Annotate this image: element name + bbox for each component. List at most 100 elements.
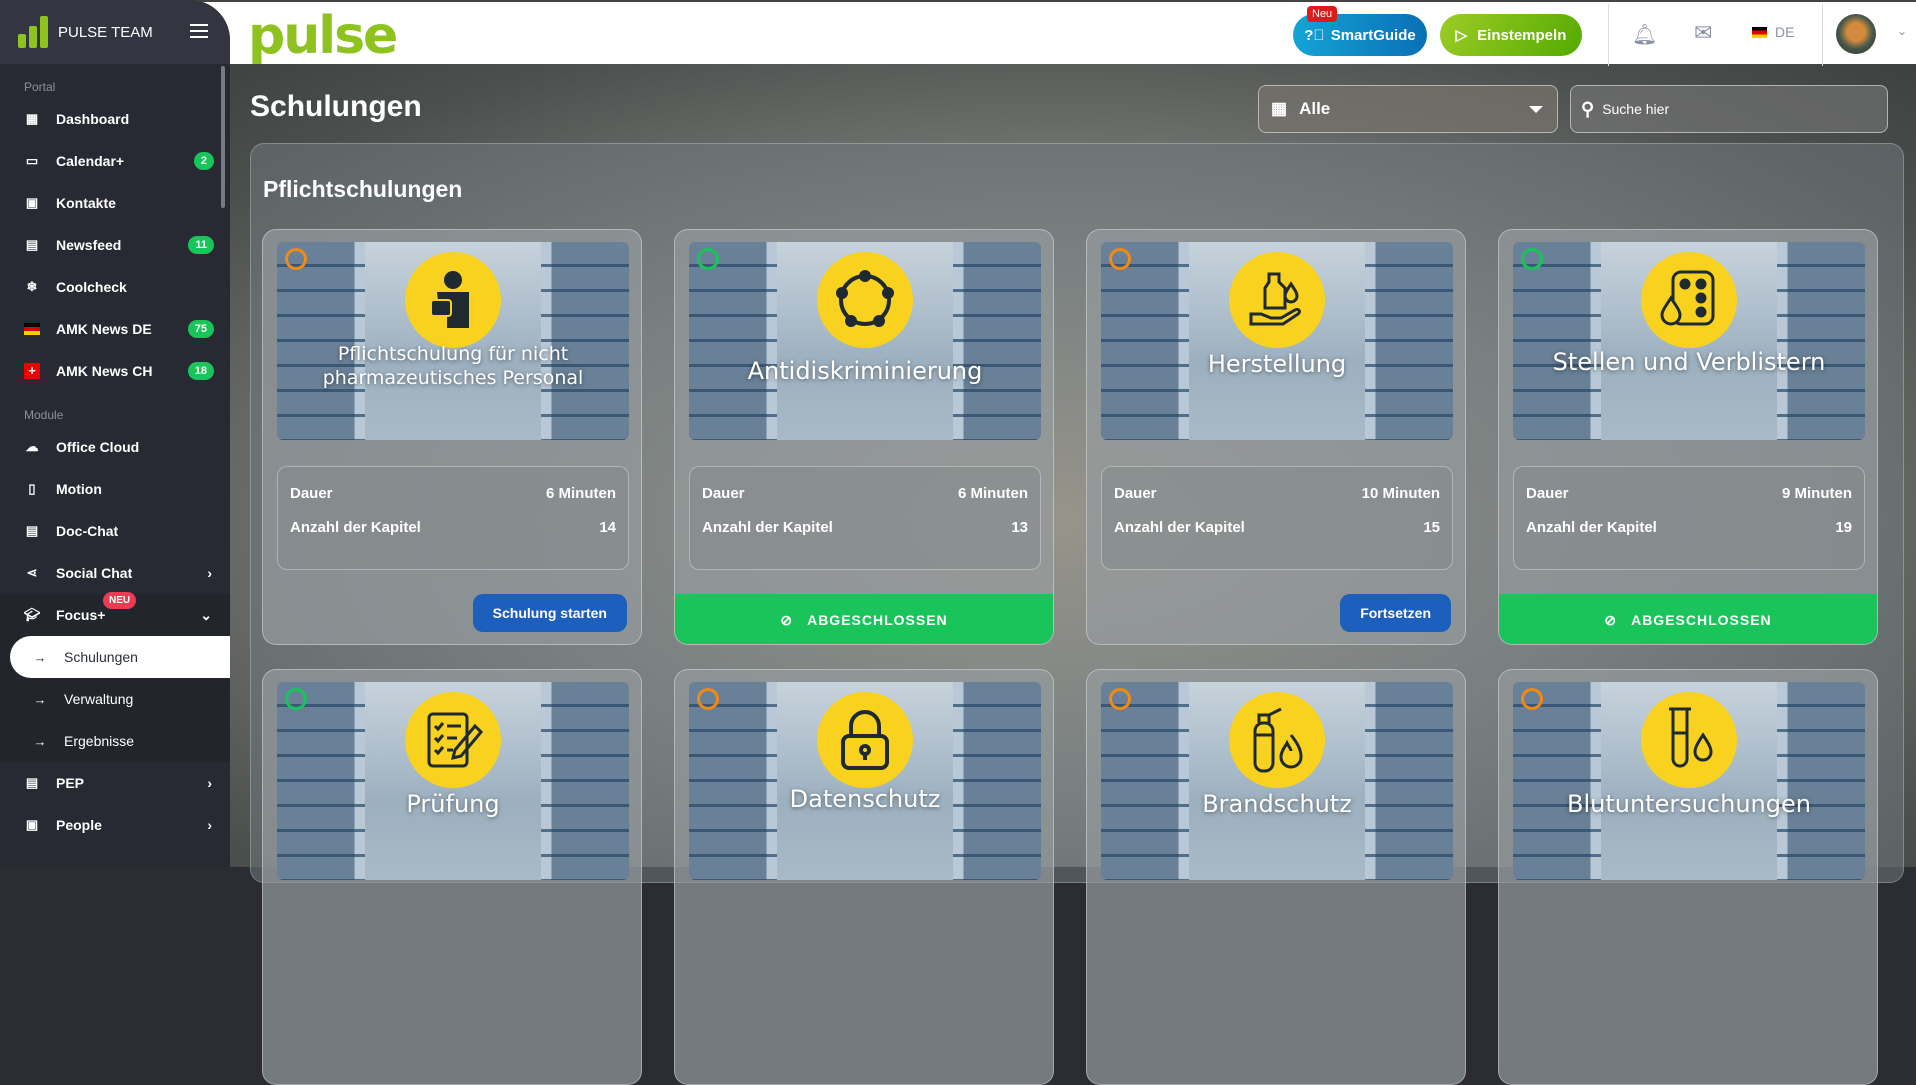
chat-icon: ▤ bbox=[25, 523, 39, 538]
start-training-button[interactable]: Schulung starten bbox=[472, 594, 627, 632]
training-image: Stellen und Verblistern bbox=[1513, 242, 1865, 440]
label: Dashboard bbox=[56, 111, 130, 127]
label: Coolcheck bbox=[56, 279, 127, 295]
completed-label: ABGESCHLOSSEN bbox=[807, 612, 948, 628]
sidebar-item-amk-de[interactable]: AMK News DE 75 bbox=[0, 308, 230, 350]
sidebar-item-coolcheck[interactable]: ❄ Coolcheck bbox=[0, 266, 230, 308]
sidebar-item-focus[interactable]: 🎓︎ Focus+ NEU ⌄ bbox=[0, 592, 230, 636]
training-icon bbox=[405, 692, 501, 788]
label: Social Chat bbox=[56, 565, 133, 581]
dropdown-arrow-icon bbox=[1529, 106, 1543, 113]
focus-group: 🎓︎ Focus+ NEU ⌄ → Schulungen → Verwaltung → Er… bbox=[0, 592, 230, 762]
training-image: Antidiskriminierung bbox=[689, 242, 1041, 440]
completed-button[interactable]: ⊘ ABGESCHLOSSEN bbox=[675, 594, 1053, 644]
training-card[interactable]: Datenschutz bbox=[674, 669, 1054, 1085]
smartguide-label: SmartGuide bbox=[1330, 26, 1416, 44]
sidebar-item-kontakte[interactable]: ▣ Kontakte bbox=[0, 182, 230, 224]
category-filter-select[interactable]: ▦ Alle bbox=[1258, 85, 1558, 133]
brand-name: PULSE TEAM bbox=[58, 23, 153, 41]
training-info: Dauer 9 Minuten Anzahl der Kapitel 19 bbox=[1513, 466, 1865, 570]
help-icon: ?⃝ bbox=[1304, 26, 1325, 44]
start-training-button[interactable]: Fortsetzen bbox=[1340, 594, 1451, 632]
sidebar-item-ergebnisse[interactable]: → Ergebnisse bbox=[0, 720, 230, 762]
sidebar-item-calendar[interactable]: ▭ Calendar+ 2 bbox=[0, 140, 230, 182]
label: Office Cloud bbox=[56, 439, 140, 455]
label: Focus+ bbox=[56, 607, 106, 623]
check-circle-icon bbox=[697, 248, 719, 270]
completed-button[interactable]: ⊘ ABGESCHLOSSEN bbox=[1499, 594, 1877, 644]
chapters-label: Anzahl der Kapitel bbox=[1526, 519, 1657, 536]
label: Motion bbox=[56, 481, 102, 497]
sidebar-item-people[interactable]: ▣ People › bbox=[0, 804, 230, 846]
count-badge: 11 bbox=[188, 236, 214, 254]
sidebar-item-newsfeed[interactable]: ▤ Newsfeed 11 bbox=[0, 224, 230, 266]
duration-value: 10 Minuten bbox=[1361, 485, 1440, 502]
language-selector[interactable]: DE bbox=[1752, 24, 1794, 40]
sidebar-item-schulungen[interactable]: → Schulungen bbox=[10, 636, 230, 678]
section-label: Portal bbox=[24, 80, 56, 94]
training-image: Prüfung bbox=[277, 682, 629, 880]
label: Ergebnisse bbox=[64, 733, 135, 749]
sidebar-item-office-cloud[interactable]: ☁ Office Cloud bbox=[0, 426, 230, 468]
training-icon bbox=[817, 692, 913, 788]
training-icon bbox=[1641, 692, 1737, 788]
chevron-down-icon: ⌄ bbox=[200, 606, 212, 623]
training-card[interactable]: Antidiskriminierung Dauer 6 Minuten Anzah… bbox=[674, 229, 1054, 645]
avatar[interactable] bbox=[1836, 14, 1876, 54]
sidebar-item-doc-chat[interactable]: ▤ Doc-Chat bbox=[0, 510, 230, 552]
count-badge: 75 bbox=[187, 320, 214, 338]
play-icon: ▷ bbox=[1455, 27, 1468, 44]
newsfeed-icon: ▤ bbox=[25, 237, 39, 252]
bell-icon[interactable]: 🔔︎ bbox=[1632, 22, 1657, 47]
training-info: Dauer 6 Minuten Anzahl der Kapitel 13 bbox=[689, 466, 1041, 570]
sidebar-item-amk-ch[interactable]: + AMK News CH 18 bbox=[0, 350, 230, 392]
chapters-label: Anzahl der Kapitel bbox=[1114, 519, 1245, 536]
trainings-panel: Pflichtschulungen Pflichtschulung für ni… bbox=[250, 143, 1904, 1085]
training-image: Herstellung bbox=[1101, 242, 1453, 440]
sidebar-item-dashboard[interactable]: ▦ Dashboard bbox=[0, 98, 230, 140]
label: Schulungen bbox=[64, 649, 138, 665]
training-card[interactable]: Stellen und Verblistern Dauer 9 Minuten A… bbox=[1498, 229, 1878, 645]
divider bbox=[1822, 4, 1823, 66]
training-card[interactable]: Pflichtschulung für nicht pharmazeutisch… bbox=[262, 229, 642, 645]
sidebar-item-pep[interactable]: ▤ PEP › bbox=[0, 762, 230, 804]
training-title: Datenschutz bbox=[789, 785, 941, 813]
cloud-icon: ☁ bbox=[25, 439, 39, 454]
menu-icon[interactable] bbox=[190, 24, 208, 38]
label: AMK News CH bbox=[56, 363, 153, 379]
einstempeln-label: Einstempeln bbox=[1477, 26, 1567, 44]
training-icon bbox=[1229, 692, 1325, 788]
training-card[interactable]: Brandschutz bbox=[1086, 669, 1466, 1085]
training-title: Brandschutz bbox=[1202, 790, 1352, 818]
training-title: Prüfung bbox=[406, 790, 500, 818]
check-circle-icon: ⊘ bbox=[1604, 611, 1618, 628]
chevron-down-icon[interactable]: ⌄ bbox=[1897, 24, 1907, 38]
pulse-logo[interactable]: pulse bbox=[248, 6, 398, 66]
chapters-value: 13 bbox=[1011, 519, 1028, 536]
chapters-label: Anzahl der Kapitel bbox=[702, 519, 833, 536]
chapters-label: Anzahl der Kapitel bbox=[290, 519, 421, 536]
training-card[interactable]: Prüfung bbox=[262, 669, 642, 1085]
sidebar-item-motion[interactable]: ▯ Motion bbox=[0, 468, 230, 510]
new-badge: NEU bbox=[103, 592, 137, 609]
sidebar-item-verwaltung[interactable]: → Verwaltung bbox=[0, 678, 230, 720]
progress-clock-icon bbox=[1521, 688, 1543, 710]
training-card[interactable]: Blutuntersuchungen bbox=[1498, 669, 1878, 1085]
training-info: Dauer 6 Minuten Anzahl der Kapitel 14 bbox=[277, 466, 629, 570]
contacts-icon: ▣ bbox=[25, 195, 39, 210]
search-input[interactable]: ⚲ Suche hier bbox=[1570, 85, 1888, 133]
count-badge: 18 bbox=[187, 362, 214, 380]
duration-value: 9 Minuten bbox=[1782, 485, 1852, 502]
progress-clock-icon bbox=[697, 688, 719, 710]
sidebar-item-social-chat[interactable]: ⋖ Social Chat › bbox=[0, 552, 230, 594]
training-card[interactable]: Herstellung Dauer 10 Minuten Anzahl der K… bbox=[1086, 229, 1466, 645]
search-icon: ⚲ bbox=[1581, 98, 1595, 119]
einstempeln-button[interactable]: ▷ Einstempeln bbox=[1440, 14, 1582, 56]
training-icon bbox=[405, 252, 501, 348]
page-title: Schulungen bbox=[250, 90, 422, 123]
duration-label: Dauer bbox=[290, 485, 333, 502]
share-icon: ⋖ bbox=[26, 565, 38, 580]
arrow-right-icon: → bbox=[33, 649, 47, 665]
mail-icon[interactable]: ✉︎ bbox=[1694, 20, 1712, 46]
training-title: Antidiskriminierung bbox=[747, 357, 983, 385]
